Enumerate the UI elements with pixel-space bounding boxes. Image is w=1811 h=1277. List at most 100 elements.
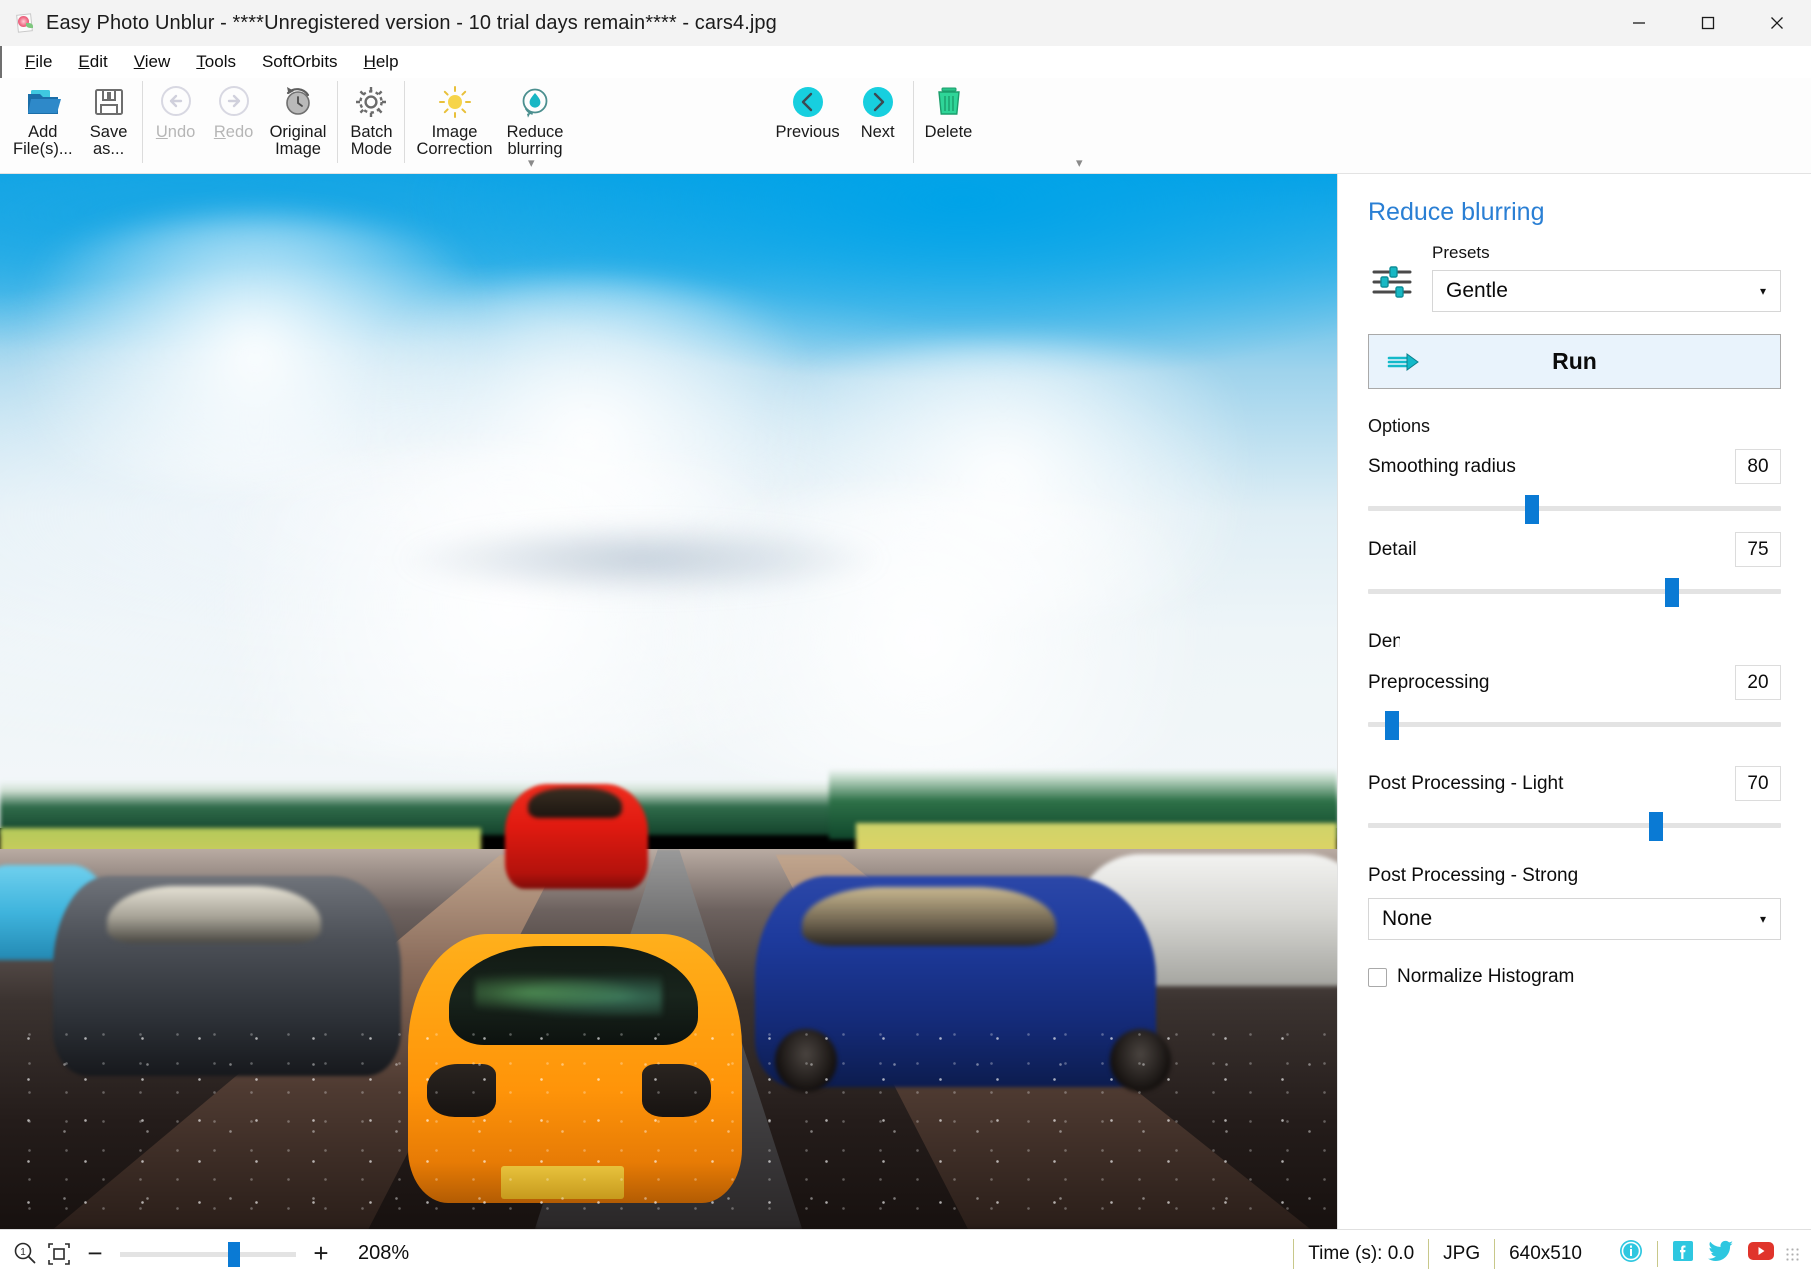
preprocessing-head: Preprocessing 20: [1368, 665, 1781, 700]
close-button[interactable]: [1742, 0, 1811, 46]
slider-track: [1368, 589, 1781, 594]
status-divider: [1657, 1241, 1658, 1267]
toolbar-expander-right[interactable]: ▾: [1076, 155, 1083, 171]
toolbar-separator: [337, 81, 338, 163]
preprocessing-slider[interactable]: [1368, 708, 1781, 742]
control-detail: Detail 75: [1368, 532, 1781, 609]
presets-dropdown[interactable]: Gentle ▾: [1432, 270, 1781, 312]
detail-value[interactable]: 75: [1735, 532, 1781, 567]
cloud-shadow: [401, 522, 882, 596]
menu-softorbits[interactable]: SoftOrbits: [249, 49, 351, 75]
zoom-slider[interactable]: [120, 1237, 296, 1271]
info-icon[interactable]: [1618, 1238, 1644, 1269]
slider-thumb[interactable]: [1649, 812, 1663, 841]
chevron-right-circle-icon: [861, 83, 895, 121]
clock-revert-icon: [280, 83, 316, 121]
title-bar: Easy Photo Unblur - ****Unregistered ver…: [0, 0, 1811, 46]
slider-track: [1368, 506, 1781, 511]
save-as-button[interactable]: Save as...: [80, 78, 138, 166]
minimize-button[interactable]: [1604, 0, 1673, 46]
normalize-histogram-label: Normalize Histogram: [1397, 966, 1574, 988]
redo-button[interactable]: Redo: [205, 78, 263, 166]
next-label: Next: [861, 124, 895, 141]
detail-label: Detail: [1368, 539, 1417, 561]
fit-to-window-icon[interactable]: [42, 1237, 76, 1271]
normalize-histogram-row[interactable]: Normalize Histogram: [1368, 966, 1781, 988]
next-button[interactable]: Next: [847, 78, 909, 166]
zoom-out-button[interactable]: −: [76, 1237, 114, 1271]
car-blue-windshield: [802, 887, 1056, 946]
denoise-label: Denoise: [1368, 631, 1400, 653]
twitter-icon[interactable]: [1708, 1239, 1734, 1268]
zoom-slider-track: [120, 1252, 296, 1257]
menu-edit[interactable]: Edit: [65, 49, 120, 75]
menu-tools[interactable]: Tools: [183, 49, 249, 75]
post-light-value[interactable]: 70: [1735, 766, 1781, 801]
car-orange-glass-reflection: [475, 969, 662, 1015]
delete-label: Delete: [925, 124, 973, 141]
image-correction-label: Image Correction: [416, 124, 492, 159]
toolbar-separator: [404, 81, 405, 163]
denoise-section-label: Denoise: [1368, 631, 1781, 659]
control-smoothing-radius: Smoothing radius 80: [1368, 449, 1781, 526]
status-bar: 1 − + 208% Time (s): 0.0 JPG 640x510: [0, 1229, 1811, 1277]
chevron-down-icon: ▾: [1760, 912, 1766, 926]
photo-cars4: [0, 174, 1337, 1229]
car-red-windshield: [528, 788, 622, 818]
zoom-slider-thumb[interactable]: [228, 1242, 240, 1267]
youtube-icon[interactable]: [1747, 1241, 1775, 1266]
presets-row: Presets Gentle ▾: [1368, 243, 1781, 312]
original-image-button[interactable]: Original Image: [263, 78, 334, 166]
toolbar-group-history: Undo Redo: [147, 78, 334, 168]
magnifier-one-icon[interactable]: 1: [8, 1237, 42, 1271]
detail-slider[interactable]: [1368, 575, 1781, 609]
reduce-blurring-button[interactable]: Reduce blurring: [500, 78, 571, 166]
time-field: Time (s): 0.0: [1293, 1239, 1428, 1269]
resize-grip[interactable]: [1785, 1247, 1799, 1261]
window-title: Easy Photo Unblur - ****Unregistered ver…: [46, 12, 777, 35]
panel-title: Reduce blurring: [1368, 198, 1781, 227]
presets-label: Presets: [1432, 243, 1781, 263]
window-controls: [1604, 0, 1811, 46]
smoothing-radius-value[interactable]: 80: [1735, 449, 1781, 484]
preprocessing-value[interactable]: 20: [1735, 665, 1781, 700]
options-header: Options: [1368, 416, 1781, 437]
image-correction-button[interactable]: Image Correction: [409, 78, 499, 166]
control-preprocessing: Preprocessing 20: [1368, 665, 1781, 742]
delete-button[interactable]: Delete: [918, 78, 980, 166]
slider-track: [1368, 722, 1781, 727]
post-strong-dropdown[interactable]: None ▾: [1368, 898, 1781, 940]
toolbar-expander-left[interactable]: ▾: [528, 155, 535, 171]
facebook-icon[interactable]: [1671, 1239, 1695, 1268]
post-light-slider[interactable]: [1368, 809, 1781, 843]
car-dark-windshield: [107, 886, 321, 943]
menu-help[interactable]: Help: [351, 49, 412, 75]
toolbar-group-navigation: Previous Next: [768, 78, 908, 168]
trash-can-icon: [933, 83, 965, 121]
add-files-button[interactable]: Add File(s)...: [6, 78, 80, 166]
maximize-button[interactable]: [1673, 0, 1742, 46]
social-links: [1596, 1238, 1775, 1269]
image-canvas[interactable]: [0, 174, 1337, 1229]
reduce-blurring-label: Reduce blurring: [507, 124, 564, 159]
post-strong-value: None: [1382, 907, 1432, 931]
slider-thumb[interactable]: [1385, 711, 1399, 740]
toolbar-separator: [142, 81, 143, 163]
run-label: Run: [1369, 348, 1780, 375]
menu-file[interactable]: FFileile: [12, 49, 65, 75]
control-post-processing-light: Post Processing - Light 70: [1368, 766, 1781, 843]
previous-button[interactable]: Previous: [768, 78, 846, 166]
menu-view[interactable]: View: [121, 49, 184, 75]
zoom-in-button[interactable]: +: [302, 1237, 340, 1271]
toolbar-group-delete: Delete: [918, 78, 980, 168]
normalize-histogram-checkbox[interactable]: [1368, 968, 1387, 987]
smoothing-radius-slider[interactable]: [1368, 492, 1781, 526]
slider-thumb[interactable]: [1665, 578, 1679, 607]
undo-button[interactable]: Undo: [147, 78, 205, 166]
slider-thumb[interactable]: [1525, 495, 1539, 524]
toolbar-separator: [913, 81, 914, 163]
toolbar-group-file: Add File(s)... Save as...: [6, 78, 138, 168]
run-button[interactable]: Run: [1368, 334, 1781, 389]
batch-mode-button[interactable]: Batch Mode: [342, 78, 400, 166]
chevron-left-circle-icon: [791, 83, 825, 121]
